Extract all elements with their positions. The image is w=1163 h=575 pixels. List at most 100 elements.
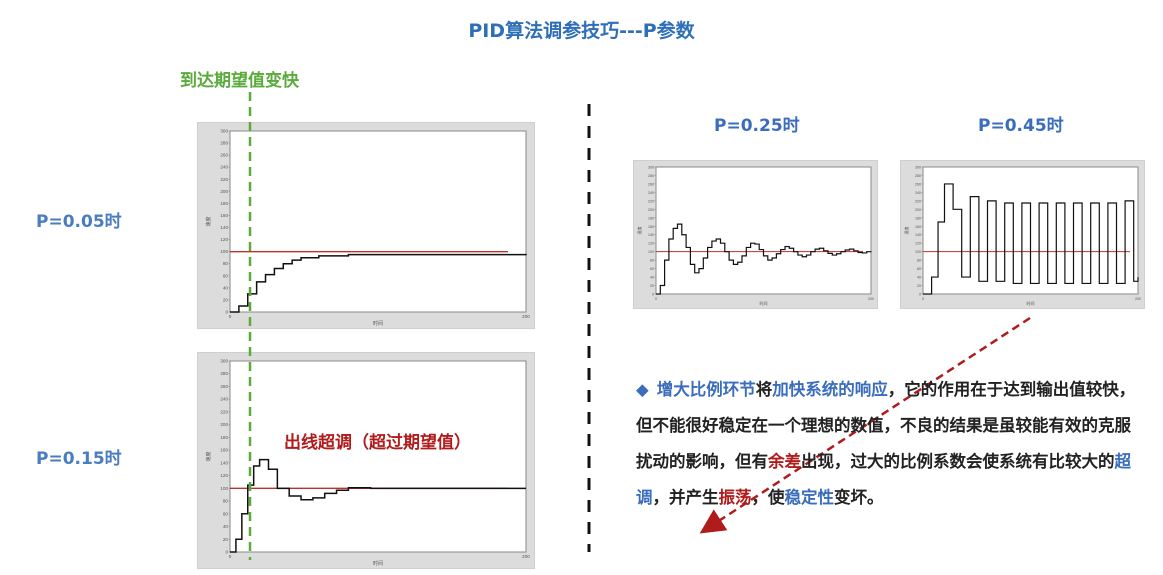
- x-tick-label: 0: [229, 314, 232, 319]
- y-tick-label: 280: [220, 141, 228, 146]
- y-tick-label: 180: [648, 216, 654, 220]
- y-tick-label: 100: [220, 486, 228, 491]
- diamond-bullet-icon: ◆: [636, 380, 649, 399]
- y-tick-label: 0: [652, 293, 654, 297]
- plot-area: [229, 360, 527, 553]
- p005-label: P=0.05时: [36, 212, 122, 232]
- section-divider: [587, 104, 591, 552]
- y-tick-label: 20: [650, 284, 654, 288]
- y-tick-label: 140: [220, 225, 228, 230]
- y-tick-label: 60: [223, 511, 229, 516]
- y-tick-label: 120: [220, 237, 228, 242]
- y-tick-label: 200: [220, 422, 228, 427]
- y-axis-label: 速度: [903, 227, 909, 235]
- plot-p045-svg: 3002802602402202001801601401201008060402…: [903, 166, 1141, 307]
- y-axis-label: 速度: [205, 216, 212, 226]
- x-tick-label: 0: [229, 554, 232, 559]
- y-tick-label: 160: [648, 225, 654, 229]
- p025-label: P=0.25时: [714, 116, 800, 136]
- y-tick-label: 40: [223, 285, 229, 290]
- y-tick-label: 200: [915, 208, 921, 212]
- y-tick-label: 200: [220, 189, 228, 194]
- plot-area: [655, 166, 872, 295]
- y-tick-label: 260: [648, 182, 654, 186]
- desc-increase-p: 增大比例环节: [656, 380, 756, 399]
- y-tick-label: 260: [915, 182, 921, 186]
- y-tick-label: 300: [220, 359, 228, 364]
- desc-text-4: ，并产生: [652, 488, 719, 507]
- y-tick-label: 20: [223, 537, 229, 542]
- desc-speed-response: 加快系统的响应: [772, 380, 888, 399]
- p045-label: P=0.45时: [978, 116, 1064, 136]
- y-tick-label: 280: [220, 371, 228, 376]
- y-tick-label: 280: [648, 174, 654, 178]
- y-tick-label: 220: [220, 409, 228, 414]
- arrival-faster-label: 到达期望值变快: [180, 71, 299, 91]
- desc-text-3: 出现，过大的比例系数会使系统有比较大的: [801, 452, 1115, 471]
- overshoot-label: 出线超调（超过期望值）: [284, 433, 471, 453]
- y-tick-label: 20: [223, 297, 229, 302]
- plot-p025: 300 280 260 240 220 200 180 160 140 120 100 80 60 40 2…: [633, 160, 878, 309]
- y-tick-label: 100: [648, 250, 654, 254]
- y-tick-label: 200: [648, 208, 654, 212]
- desc-text-6: 变坏。: [834, 488, 884, 507]
- x-tick-label: 0: [922, 297, 924, 301]
- y-tick-label: 140: [220, 460, 228, 465]
- x-tick-label: 200: [522, 314, 530, 319]
- x-axis-label: 时间: [760, 300, 768, 306]
- y-tick-label: 260: [220, 153, 228, 158]
- y-tick-label: 80: [650, 259, 654, 263]
- page-title: PID算法调参技巧---P参数: [468, 20, 695, 42]
- desc-residual: 余差: [768, 452, 801, 471]
- y-tick-label: 220: [915, 199, 921, 203]
- plot-p045: 300 280 260 240 220 200 180 160 140 120 100 80 60 40 2…: [900, 160, 1145, 309]
- y-tick-label: 220: [648, 199, 654, 203]
- y-tick-label: 160: [915, 225, 921, 229]
- y-tick-label: 260: [220, 384, 228, 389]
- y-tick-label: 280: [915, 174, 921, 178]
- y-tick-label: 160: [220, 448, 228, 453]
- y-tick-label: 240: [220, 165, 228, 170]
- x-axis-label: 时间: [1027, 300, 1035, 306]
- plot-p025-svg: 3002802602402202001801601401201008060402…: [636, 166, 874, 307]
- x-tick-label: 200: [868, 297, 874, 301]
- x-tick-label: 200: [522, 554, 530, 559]
- y-tick-label: 300: [915, 166, 921, 170]
- plot-area: [229, 130, 527, 313]
- y-tick-label: 300: [220, 129, 228, 134]
- x-tick-label: 200: [1135, 297, 1141, 301]
- y-tick-label: 300: [648, 166, 654, 170]
- y-tick-label: 20: [917, 284, 921, 288]
- x-axis-label: 时间: [373, 320, 383, 327]
- y-tick-label: 60: [223, 273, 229, 278]
- y-tick-label: 240: [915, 191, 921, 195]
- y-tick-label: 100: [915, 250, 921, 254]
- desc-stability: 稳定性: [784, 488, 835, 507]
- y-tick-label: 180: [220, 435, 228, 440]
- y-tick-label: 120: [220, 473, 228, 478]
- x-tick-label: 0: [655, 297, 657, 301]
- y-tick-label: 120: [915, 242, 921, 246]
- y-tick-label: 180: [220, 201, 228, 206]
- y-tick-label: 80: [223, 499, 229, 504]
- y-tick-label: 40: [917, 276, 921, 280]
- y-tick-label: 240: [220, 397, 228, 402]
- desc-oscillation: 振荡: [718, 488, 752, 507]
- p015-label: P=0.15时: [36, 449, 122, 469]
- description-paragraph: ◆ 增大比例环节将加快系统的响应，它的作用在于达到输出值较快，但不能很好稳定在一个…: [636, 372, 1136, 516]
- y-tick-label: 180: [915, 216, 921, 220]
- y-tick-label: 80: [917, 259, 921, 263]
- y-axis-label: 速度: [636, 227, 642, 235]
- y-axis-label: 速度: [205, 451, 212, 461]
- y-tick-label: 140: [915, 233, 921, 237]
- y-tick-label: 60: [650, 267, 654, 271]
- desc-text-1: 将: [755, 380, 773, 399]
- y-tick-label: 40: [223, 524, 229, 529]
- y-tick-label: 240: [648, 191, 654, 195]
- expected-time-dashed-line: [248, 92, 252, 560]
- y-tick-label: 40: [650, 276, 654, 280]
- y-tick-label: 0: [919, 293, 921, 297]
- y-tick-label: 60: [917, 267, 921, 271]
- x-axis-label: 时间: [373, 560, 383, 567]
- y-tick-label: 220: [220, 177, 228, 182]
